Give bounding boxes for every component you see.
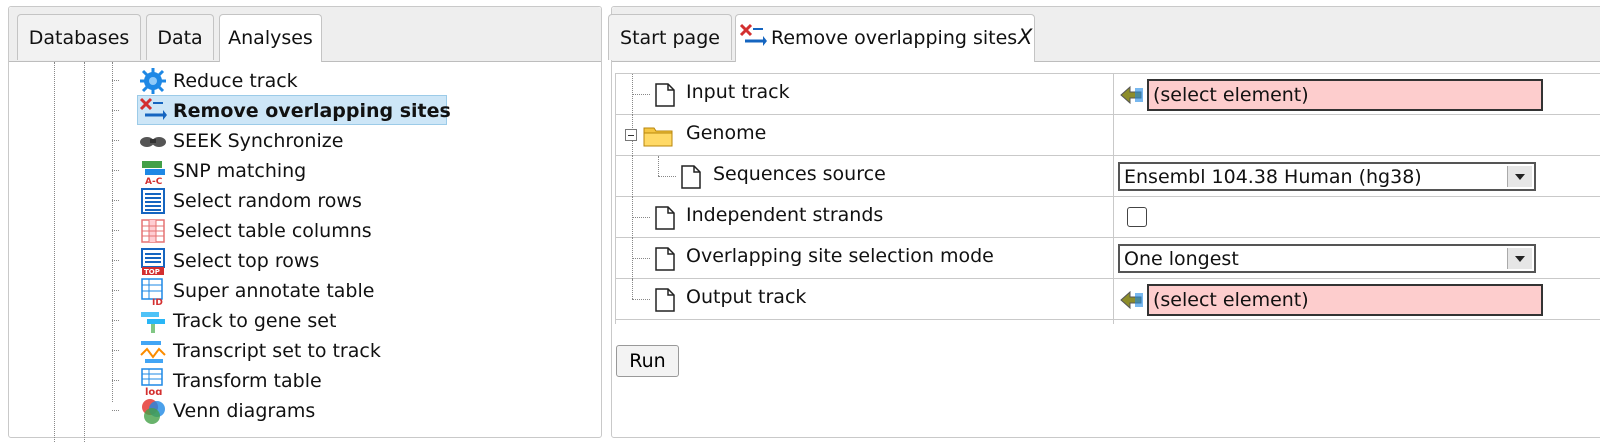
selection-mode-label: Overlapping site selection mode [686, 245, 994, 267]
svg-text:TOP: TOP [144, 268, 160, 275]
genome-label: Genome [686, 122, 767, 144]
log-table-icon: log [141, 368, 163, 395]
selection-mode-select[interactable]: One longest [1118, 244, 1536, 273]
input-track-field[interactable]: (select element) [1147, 79, 1543, 111]
tree-item-label: Track to gene set [173, 310, 337, 332]
run-button[interactable]: Run [616, 345, 679, 377]
top-rows-icon: TOP [141, 248, 165, 275]
document-icon [655, 288, 675, 312]
param-row-independent-strands: Independent strands [616, 197, 1600, 238]
tree-item-label: Remove overlapping sites [173, 100, 451, 122]
tree-item-label: Super annotate table [173, 280, 375, 302]
tree-item-label: Select top rows [173, 250, 320, 272]
tab-data[interactable]: Data [146, 14, 214, 60]
folder-icon [643, 127, 673, 147]
tree-guide-line [84, 62, 85, 442]
venn-icon [142, 399, 165, 424]
tree-item-label: SEEK Synchronize [173, 130, 344, 152]
remove-overlapping-icon [139, 97, 167, 120]
binoculars-icon [140, 137, 166, 147]
document-icon [655, 206, 675, 230]
close-tab-button[interactable]: X [1018, 25, 1032, 49]
tree-item-label: SNP matching [173, 160, 307, 182]
track-to-gene-icon [141, 312, 165, 333]
independent-strands-label: Independent strands [686, 204, 884, 226]
gear-icon [140, 68, 166, 94]
document-tab-bar: Start page Remove overlapping sites X [608, 7, 1600, 62]
tree-item-label: Reduce track [173, 70, 298, 92]
remove-overlapping-icon [739, 23, 767, 46]
transcript-icon [140, 341, 166, 363]
tree-item-label: Transform table [173, 370, 322, 392]
tree-item-label: Venn diagrams [173, 400, 316, 422]
sequences-source-value: Ensembl 104.38 Human (hg38) [1124, 166, 1422, 188]
annotate-table-icon: ID [141, 278, 163, 305]
svg-text:ID: ID [152, 298, 163, 305]
parameters-grid: Input track (select element) Genome Sequ… [615, 73, 1600, 324]
tab-remove-overlapping-sites[interactable]: Remove overlapping sites X [735, 14, 1035, 62]
chevron-down-icon[interactable] [1507, 248, 1532, 269]
param-row-input-track: Input track (select element) [616, 74, 1600, 115]
chevron-down-icon[interactable] [1507, 166, 1532, 187]
tree-item-label: Select random rows [173, 190, 362, 212]
document-icon [655, 83, 675, 107]
tree-guide-line [112, 62, 113, 402]
sequences-source-label: Sequences source [713, 163, 886, 185]
tab-data-label: Data [157, 27, 203, 49]
repository-tab-bar: Databases Data Analyses [9, 7, 601, 62]
tab-databases[interactable]: Databases [17, 14, 141, 60]
input-track-label: Input track [686, 81, 790, 103]
output-track-value: (select element) [1153, 289, 1309, 311]
tree-item-label: Select table columns [173, 220, 372, 242]
select-element-arrow-icon[interactable] [1119, 289, 1145, 311]
independent-strands-checkbox[interactable] [1127, 207, 1147, 227]
tab-databases-label: Databases [28, 27, 130, 49]
tree-item-label: Transcript set to track [173, 340, 381, 362]
collapse-toggle[interactable] [625, 129, 637, 141]
selection-mode-value: One longest [1124, 248, 1239, 270]
document-icon [681, 165, 701, 189]
random-rows-icon [141, 188, 165, 214]
tab-analyses-label: Analyses [228, 27, 313, 49]
tab-analyses[interactable]: Analyses [219, 14, 322, 62]
snp-matching-icon: A-C [142, 161, 165, 185]
sequences-source-select[interactable]: Ensembl 104.38 Human (hg38) [1118, 162, 1536, 191]
tab-remove-overlapping-sites-label: Remove overlapping sites [771, 27, 1018, 49]
tree-guide-line [54, 62, 55, 442]
svg-text:log: log [145, 387, 162, 395]
param-row-selection-mode: Overlapping site selection mode One long… [616, 238, 1600, 279]
tab-start-page-label: Start page [620, 27, 720, 49]
param-row-genome: Genome [616, 115, 1600, 156]
document-icon [655, 247, 675, 271]
table-columns-icon [141, 219, 165, 243]
tab-start-page[interactable]: Start page [608, 14, 732, 60]
select-element-arrow-icon[interactable] [1119, 84, 1145, 106]
param-row-output-track: Output track (select element) [616, 279, 1600, 320]
repository-panel: Databases Data Analyses Reduce track Rem… [8, 6, 602, 442]
output-track-field[interactable]: (select element) [1147, 284, 1543, 316]
svg-text:A-C: A-C [145, 177, 163, 185]
param-row-sequences-source: Sequences source Ensembl 104.38 Human (h… [616, 156, 1600, 197]
input-track-value: (select element) [1153, 84, 1309, 106]
output-track-label: Output track [686, 286, 807, 308]
